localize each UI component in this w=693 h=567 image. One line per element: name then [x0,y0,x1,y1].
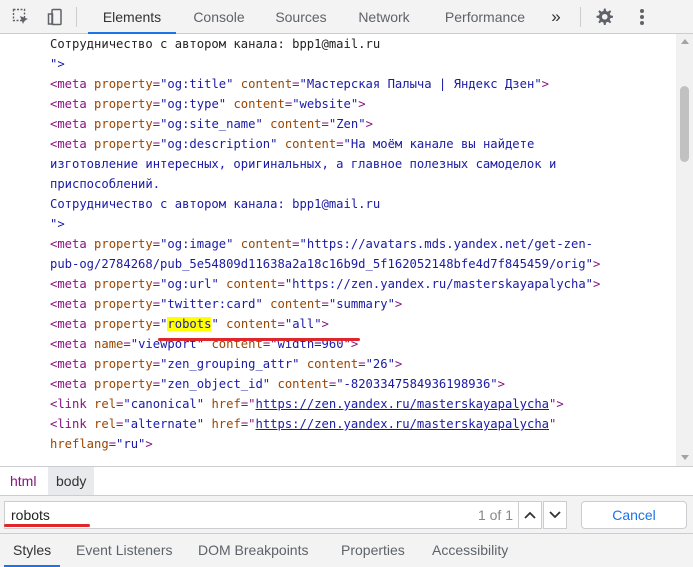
chevron-up-icon [524,511,536,519]
settings-gear-icon[interactable] [592,5,616,29]
red-annotation-underline [158,338,360,341]
dom-line[interactable]: <meta property="og:description" content=… [50,134,534,154]
tab-accessibility[interactable]: Accessibility [432,534,508,567]
toolbar-separator [76,7,77,27]
dom-line[interactable]: <link rel="canonical" href="https://zen.… [50,394,564,414]
next-match-button[interactable] [543,501,567,529]
toolbar-separator [580,7,581,27]
tab-sources[interactable]: Sources [264,0,338,34]
alternate-link[interactable]: https://zen.yandex.ru/masterskayapalycha [256,417,550,431]
previous-match-button[interactable] [518,501,542,529]
dom-line[interactable]: изготовление интересных, оригинальных, а… [50,154,556,174]
scrollbar-thumb[interactable] [680,86,689,162]
breadcrumb: html body [0,466,693,495]
dom-line[interactable]: <meta property="og:title" content="Масте… [50,74,549,94]
dom-line[interactable]: <meta property="zen_object_id" content="… [50,374,505,394]
search-bar: 1 of 1 Cancel [0,495,693,534]
dom-line[interactable]: hreflang="ru"> [50,434,153,454]
dom-line[interactable]: <meta property="og:image" content="https… [50,234,593,254]
red-annotation-underline [4,524,90,527]
dom-line[interactable]: приспособлений. [50,174,160,194]
scroll-up-arrow-icon[interactable] [681,39,689,44]
canonical-link[interactable]: https://zen.yandex.ru/masterskayapalycha [256,397,550,411]
tab-console[interactable]: Console [182,0,256,34]
devtools-toolbar: Elements Console Sources Network Perform… [0,0,693,34]
cancel-button[interactable]: Cancel [581,501,687,529]
tab-performance[interactable]: Performance [432,0,538,34]
dom-line[interactable]: <meta property="zen_grouping_attr" conte… [50,354,402,374]
dom-line[interactable]: Сотрудничество с автором канала: bpp1@ma… [50,34,380,54]
tab-event-listeners[interactable]: Event Listeners [76,534,173,567]
search-match-highlight: robots [167,317,212,331]
scroll-down-arrow-icon[interactable] [681,455,689,460]
dom-line-search-match[interactable]: <meta property="robots" content="all"> [50,314,329,334]
dom-line[interactable]: pub-og/2784268/pub_5e54809d11638a2a18c16… [50,254,600,274]
device-toolbar-icon[interactable] [44,5,68,29]
dom-line[interactable]: "> [50,214,65,234]
inspect-element-icon[interactable] [9,5,33,29]
dom-line[interactable]: "> [50,54,65,74]
tab-properties[interactable]: Properties [341,534,405,567]
tab-elements[interactable]: Elements [88,0,176,34]
sidebar-tabs: Styles Event Listeners DOM Breakpoints P… [0,534,693,567]
dom-line[interactable]: Сотрудничество с автором канала: bpp1@ma… [50,194,380,214]
vertical-scrollbar[interactable] [676,34,693,466]
dom-line[interactable]: <meta property="og:type" content="websit… [50,94,366,114]
dom-line[interactable]: <meta name="viewport" content="width=960… [50,334,358,354]
dom-line[interactable]: <link rel="alternate" href="https://zen.… [50,414,556,434]
tab-styles[interactable]: Styles [4,534,61,567]
breadcrumb-item-html[interactable]: html [2,467,44,495]
dom-line[interactable]: <meta property="og:url" content="https:/… [50,274,600,294]
tab-dom-breakpoints[interactable]: DOM Breakpoints [198,534,308,567]
dom-tree-panel[interactable]: Сотрудничество с автором канала: bpp1@ma… [0,34,676,466]
dom-line[interactable]: <meta property="og:site_name" content="Z… [50,114,373,134]
dom-line[interactable]: <meta property="twitter:card" content="s… [50,294,402,314]
more-menu-icon[interactable] [630,5,654,29]
chevron-down-icon [549,511,561,519]
tab-network[interactable]: Network [346,0,422,34]
breadcrumb-item-body[interactable]: body [48,467,95,495]
more-tabs-button[interactable]: » [545,0,567,34]
match-count: 1 of 1 [477,507,513,523]
